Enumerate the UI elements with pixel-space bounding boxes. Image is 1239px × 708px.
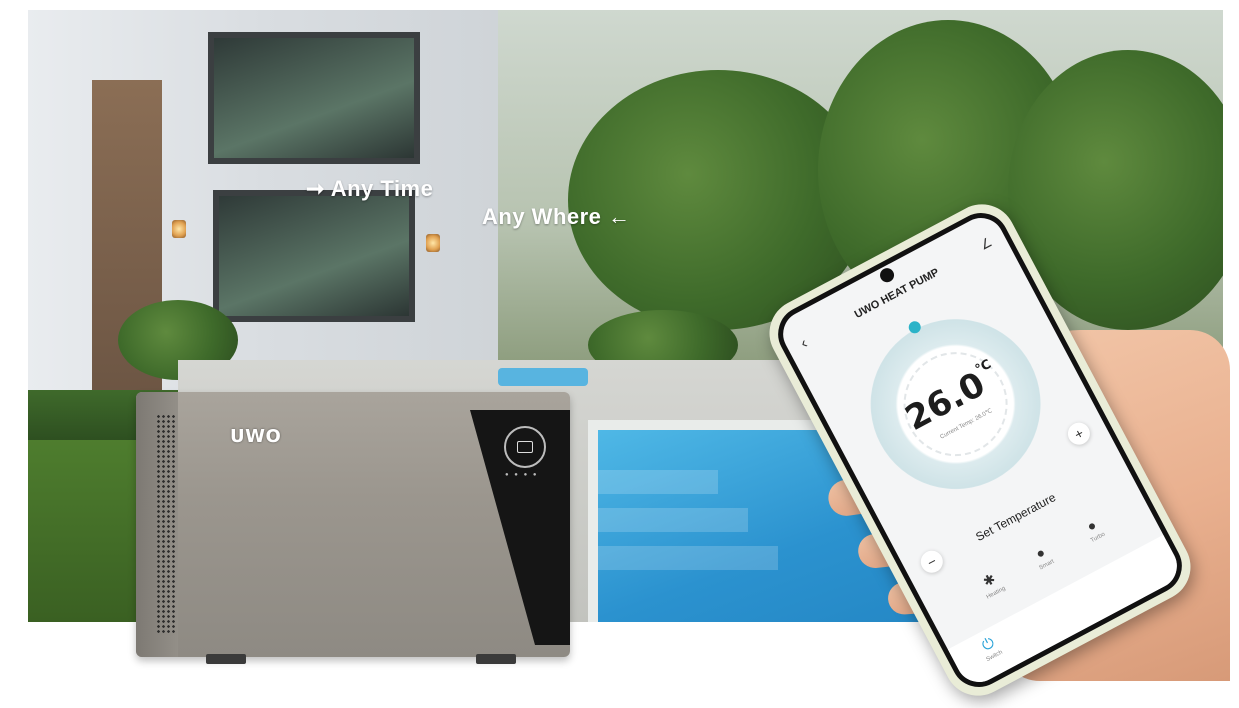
mode-turbo[interactable]: ● Turbo (1067, 508, 1119, 552)
heat-pump-button-dots: ● ● ● ● (505, 472, 539, 478)
spa-pool (498, 368, 588, 386)
mode-heating[interactable]: ✱ Heating (965, 562, 1018, 607)
brand-logo: UWO (230, 426, 282, 447)
pool-step (598, 546, 778, 570)
heat-pump-display-icon (504, 426, 546, 468)
increase-temperature-button[interactable]: + (1064, 418, 1094, 449)
mode-smart[interactable]: ● Smart (1016, 535, 1068, 579)
headline-any-where: Any Where ← (482, 204, 631, 229)
headline-any-time: ➞ Any Time (306, 176, 434, 201)
wall-lamp-right (426, 234, 440, 252)
wall-lamp-left (172, 220, 186, 238)
heat-pump-foot (206, 654, 246, 664)
heat-pump-foot (476, 654, 516, 664)
display-screen (517, 441, 533, 453)
lower-window (213, 190, 415, 322)
heat-pump-vent (156, 414, 176, 634)
pool-step (598, 470, 718, 494)
pool-step (598, 508, 748, 532)
heat-pump-unit: ● ● ● ● UWO (136, 392, 570, 664)
upper-window (208, 32, 420, 164)
